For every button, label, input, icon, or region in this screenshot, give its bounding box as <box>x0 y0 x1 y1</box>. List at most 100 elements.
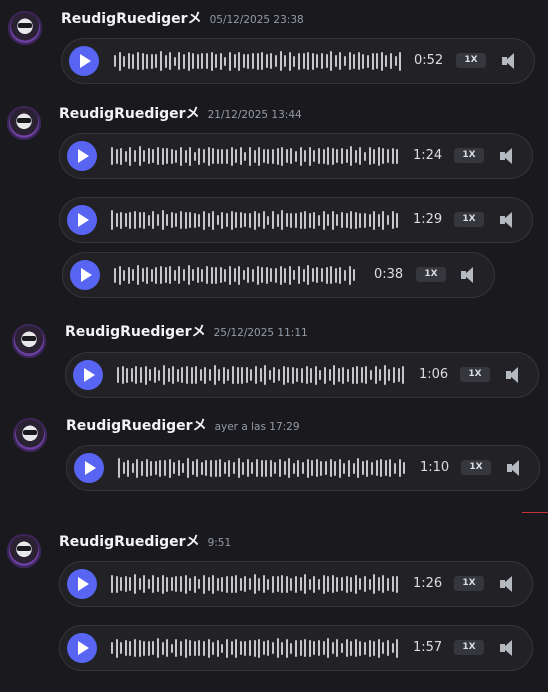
volume-icon[interactable] <box>502 52 520 70</box>
username[interactable]: ReudigRuedigerメ <box>59 103 200 123</box>
waveform-bar <box>361 461 364 475</box>
waveform-bar <box>322 641 325 655</box>
waveform-bar <box>173 269 176 281</box>
audio-waveform[interactable] <box>117 353 407 397</box>
waveform-bar <box>166 639 169 657</box>
waveform-bar <box>311 268 314 282</box>
volume-icon[interactable] <box>500 639 518 657</box>
playback-speed-button[interactable]: 1X <box>456 53 486 68</box>
waveform-bar <box>193 575 196 593</box>
play-icon[interactable] <box>67 569 97 599</box>
username[interactable]: ReudigRuedigerメ <box>59 531 200 551</box>
waveform-bar <box>359 212 362 228</box>
volume-icon[interactable] <box>500 147 518 165</box>
waveform-bar <box>253 210 256 230</box>
play-icon[interactable] <box>73 360 103 390</box>
waveform-bar <box>229 51 231 71</box>
waveform-bar <box>270 268 273 282</box>
volume-icon[interactable] <box>507 459 525 477</box>
playback-speed-button[interactable]: 1X <box>454 640 484 655</box>
playback-speed-button[interactable]: 1X <box>461 460 491 475</box>
waveform-bar <box>207 146 210 166</box>
username[interactable]: ReudigRuedigerメ <box>61 8 202 28</box>
waveform-bar <box>118 458 120 478</box>
waveform-bar <box>325 266 328 284</box>
waveform-bar <box>137 52 139 70</box>
waveform-bar <box>152 575 155 593</box>
audio-player: 1:10 1X <box>66 445 540 491</box>
waveform-bar <box>221 643 224 653</box>
waveform-bar <box>359 578 362 590</box>
avatar[interactable] <box>7 106 41 140</box>
waveform-bar <box>273 367 276 383</box>
audio-duration: 1:10 <box>420 460 450 475</box>
playback-speed-button[interactable]: 1X <box>454 576 484 591</box>
volume-icon[interactable] <box>461 266 479 284</box>
waveform-bar <box>259 368 262 382</box>
play-icon[interactable] <box>67 633 97 663</box>
waveform-bar <box>275 55 277 67</box>
waveform-bar <box>153 367 156 383</box>
audio-waveform[interactable] <box>114 39 404 83</box>
play-icon[interactable] <box>74 453 104 483</box>
waveform-bar <box>382 642 385 654</box>
waveform-bar <box>389 459 392 477</box>
audio-player: 1:57 1X <box>59 625 533 671</box>
avatar[interactable] <box>7 534 41 568</box>
waveform-bar <box>120 577 123 591</box>
waveform-bar <box>396 575 399 593</box>
play-icon[interactable] <box>69 46 99 76</box>
waveform-bar <box>252 53 254 69</box>
waveform-bar <box>230 575 233 593</box>
waveform-bar <box>322 148 325 164</box>
volume-icon[interactable] <box>500 575 518 593</box>
avatar[interactable] <box>12 324 46 358</box>
waveform-bar <box>123 269 126 281</box>
playback-speed-button[interactable]: 1X <box>416 267 446 282</box>
audio-waveform[interactable] <box>111 562 403 606</box>
waveform-bar <box>308 639 311 657</box>
playback-speed-button[interactable]: 1X <box>460 367 490 382</box>
waveform-bar <box>152 641 155 655</box>
waveform-bar <box>203 640 205 656</box>
audio-waveform[interactable] <box>111 134 403 178</box>
waveform-bar <box>137 265 139 285</box>
waveform-bar <box>221 576 224 592</box>
play-icon[interactable] <box>67 141 97 171</box>
waveform-bar <box>118 51 121 71</box>
volume-icon[interactable] <box>506 366 524 384</box>
audio-waveform[interactable] <box>114 253 362 297</box>
waveform-bar <box>242 461 245 475</box>
waveform-bar <box>328 369 331 381</box>
waveform-bar <box>351 366 354 384</box>
waveform-bar <box>295 575 297 593</box>
waveform-bar <box>239 147 242 165</box>
waveform-bar <box>296 368 299 382</box>
waveform-bar <box>226 575 228 593</box>
waveform-bar <box>357 52 360 70</box>
username[interactable]: ReudigRuedigerメ <box>66 415 207 435</box>
audio-waveform[interactable] <box>111 626 403 670</box>
waveform-bar <box>164 460 166 476</box>
waveform-bar <box>157 147 159 165</box>
waveform-bar <box>331 575 334 593</box>
audio-waveform[interactable] <box>118 446 410 490</box>
avatar[interactable] <box>8 11 42 45</box>
avatar[interactable] <box>13 418 47 452</box>
waveform-bar <box>304 150 307 162</box>
audio-waveform[interactable] <box>111 198 403 242</box>
waveform-bar <box>235 149 238 163</box>
volume-icon[interactable] <box>500 211 518 229</box>
play-icon[interactable] <box>70 260 100 290</box>
waveform-bar <box>160 51 162 71</box>
play-icon[interactable] <box>67 205 97 235</box>
playback-speed-button[interactable]: 1X <box>454 148 484 163</box>
waveform-bar <box>130 368 133 382</box>
waveform-bar <box>193 640 196 656</box>
username[interactable]: ReudigRuedigerメ <box>65 321 206 341</box>
waveform-bar <box>132 53 135 69</box>
playback-speed-button[interactable]: 1X <box>454 212 484 227</box>
waveform-bar <box>282 365 285 385</box>
waveform-bar <box>193 151 196 161</box>
waveform-bar <box>313 150 316 162</box>
